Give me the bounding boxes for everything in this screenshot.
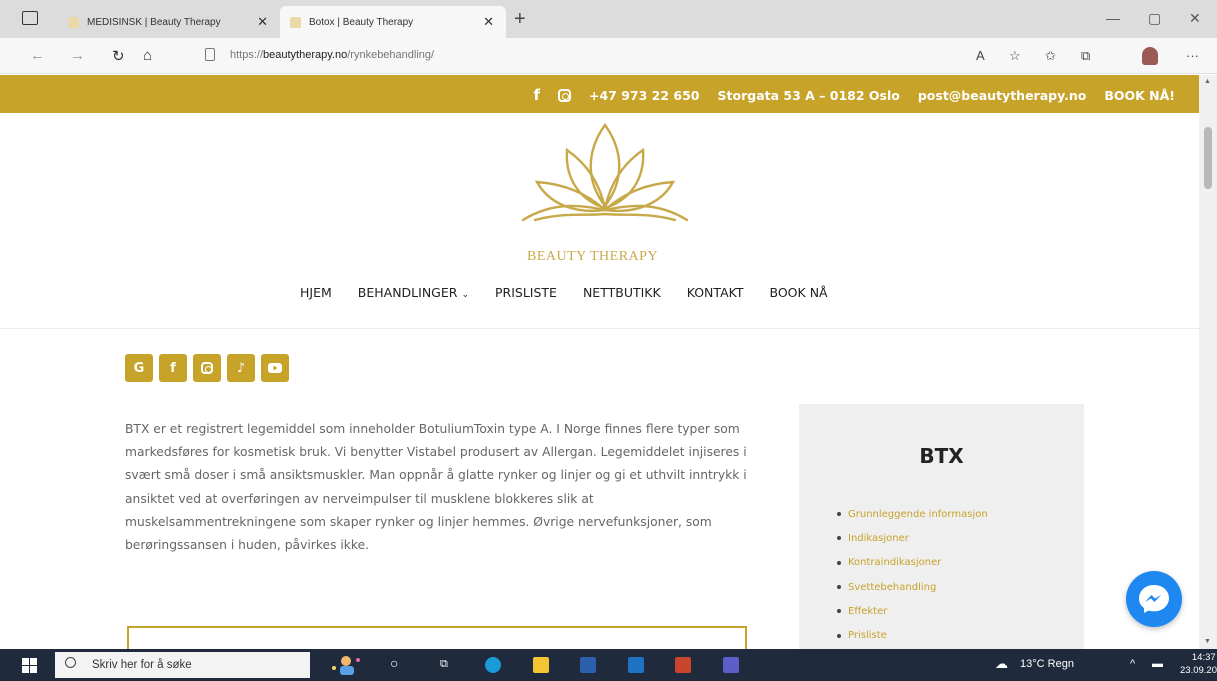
btx-description: BTX er et registrert legemiddel som inne… bbox=[125, 422, 747, 553]
sidebar-link[interactable]: Kontraindikasjoner bbox=[837, 551, 988, 575]
weather-text[interactable]: 13°C Regn bbox=[1020, 658, 1074, 670]
email-link[interactable]: post@beautytherapy.no bbox=[918, 88, 1086, 103]
main-navigation: HJEM BEHANDLINGER ⌄ PRISLISTE NETTBUTIKK… bbox=[300, 285, 828, 300]
taskbar-search[interactable]: Skriv her for å søke bbox=[55, 652, 310, 678]
sidebar: BTX Grunnleggende informasjon Indikasjon… bbox=[799, 404, 1084, 654]
minimize-icon[interactable]: — bbox=[1106, 10, 1120, 26]
nav-item-nettbutikk[interactable]: NETTBUTIKK bbox=[583, 285, 661, 300]
word-icon[interactable] bbox=[580, 657, 596, 673]
restore-icon[interactable]: ▢ bbox=[1148, 10, 1161, 27]
search-icon bbox=[65, 657, 76, 668]
sidebar-link[interactable]: Prisliste bbox=[837, 623, 988, 647]
profile-avatar[interactable] bbox=[1142, 47, 1158, 65]
tiktok-icon[interactable]: ♪ bbox=[227, 354, 255, 382]
teams-icon[interactable] bbox=[723, 657, 739, 673]
sidebar-link[interactable]: Indikasjoner bbox=[837, 526, 988, 550]
nav-item-hjem[interactable]: HJEM bbox=[300, 285, 332, 300]
messenger-chat-button[interactable] bbox=[1126, 571, 1182, 627]
tab-title: MEDISINSK | Beauty Therapy bbox=[87, 16, 221, 28]
sidebar-link[interactable]: Svettebehandling bbox=[837, 575, 988, 599]
close-tab-icon[interactable]: ✕ bbox=[257, 14, 268, 30]
chevron-down-icon: ⌄ bbox=[461, 290, 469, 300]
youtube-icon[interactable] bbox=[261, 354, 289, 382]
file-explorer-icon[interactable] bbox=[533, 657, 549, 673]
sidebar-link[interactable]: Effekter bbox=[837, 599, 988, 623]
windows-taskbar: Skriv her for å søke ○ ⧉ ☁ 13°C Regn ^ ▬… bbox=[0, 649, 1217, 681]
weather-icon[interactable]: ☁ bbox=[995, 656, 1008, 672]
read-aloud-icon[interactable]: A bbox=[976, 48, 985, 63]
search-placeholder: Skriv her for å søke bbox=[92, 659, 192, 671]
new-tab-icon[interactable]: + bbox=[514, 8, 526, 31]
close-tab-icon[interactable]: ✕ bbox=[483, 14, 494, 30]
browser-tab-bar: MEDISINSK | Beauty Therapy ✕ Botox | Bea… bbox=[0, 0, 1217, 38]
favicon-icon bbox=[68, 16, 79, 28]
task-view-icon[interactable]: ⧉ bbox=[440, 658, 448, 671]
sidebar-title: BTX bbox=[919, 444, 964, 468]
more-menu-icon[interactable]: ··· bbox=[1186, 48, 1199, 63]
favorites-icon[interactable]: ✩ bbox=[1045, 48, 1056, 64]
phone-link[interactable]: +47 973 22 650 bbox=[589, 88, 700, 103]
scroll-thumb[interactable] bbox=[1204, 127, 1212, 189]
sidebar-links: Grunnleggende informasjon Indikasjoner K… bbox=[837, 502, 988, 648]
powerpoint-icon[interactable] bbox=[675, 657, 691, 673]
nav-item-behandlinger[interactable]: BEHANDLINGER ⌄ bbox=[358, 285, 469, 300]
collections-icon[interactable]: ⧉ bbox=[1081, 48, 1090, 64]
home-icon[interactable]: ⌂ bbox=[143, 47, 152, 64]
page-scrollbar[interactable]: ▲ ▼ bbox=[1199, 75, 1217, 649]
messenger-icon bbox=[1139, 585, 1169, 613]
facebook-icon[interactable]: f bbox=[533, 86, 540, 104]
outlook-icon[interactable] bbox=[628, 657, 644, 673]
address-text: Storgata 53 A – 0182 Oslo bbox=[717, 87, 900, 103]
browser-tab-active[interactable]: Botox | Beauty Therapy ✕ bbox=[280, 6, 506, 38]
instagram-icon[interactable] bbox=[558, 88, 571, 102]
instagram-icon[interactable] bbox=[193, 354, 221, 382]
chevron-up-icon[interactable]: ^ bbox=[1130, 658, 1135, 670]
close-window-icon[interactable]: ✕ bbox=[1189, 10, 1201, 27]
google-icon[interactable]: G bbox=[125, 354, 153, 382]
network-icon[interactable]: ▬ bbox=[1152, 658, 1163, 670]
windows-start-icon[interactable] bbox=[22, 658, 37, 673]
nav-item-book-na[interactable]: BOOK NÅ bbox=[769, 285, 827, 300]
nav-item-kontakt[interactable]: KONTAKT bbox=[687, 285, 744, 300]
forward-icon[interactable]: → bbox=[70, 47, 85, 64]
favicon-icon bbox=[290, 16, 301, 28]
edge-icon[interactable] bbox=[485, 657, 501, 673]
lock-icon bbox=[205, 48, 215, 61]
address-bar: ← → ↻ ⌂ https://beautytherapy.no/rynkebe… bbox=[0, 38, 1217, 74]
add-favorite-icon[interactable]: ☆ bbox=[1009, 48, 1021, 64]
clock[interactable]: 14:3723.09.2022 bbox=[1180, 651, 1217, 677]
brand-name: BEAUTY THERAPY bbox=[527, 249, 659, 264]
cortana-icon[interactable]: ○ bbox=[390, 655, 398, 671]
lotus-logo-icon[interactable] bbox=[515, 120, 695, 265]
browser-tab[interactable]: MEDISINSK | Beauty Therapy ✕ bbox=[58, 6, 280, 38]
scroll-down-icon[interactable]: ▼ bbox=[1204, 638, 1211, 645]
refresh-icon[interactable]: ↻ bbox=[112, 47, 125, 65]
top-contact-bar: f +47 973 22 650 Storgata 53 A – 0182 Os… bbox=[0, 75, 1199, 113]
nav-item-prisliste[interactable]: PRISLISTE bbox=[495, 285, 557, 300]
back-icon[interactable]: ← bbox=[30, 47, 45, 64]
tab-title: Botox | Beauty Therapy bbox=[309, 16, 414, 28]
scroll-up-icon[interactable]: ▲ bbox=[1204, 78, 1211, 85]
facebook-icon[interactable]: f bbox=[159, 354, 187, 382]
url-field[interactable]: https://beautytherapy.no/rynkebehandling… bbox=[230, 49, 434, 61]
nav-divider bbox=[0, 328, 1199, 329]
book-now-link[interactable]: BOOK NÅ! bbox=[1104, 88, 1175, 103]
sidebar-link[interactable]: Grunnleggende informasjon bbox=[837, 502, 988, 526]
search-highlight-icon[interactable] bbox=[328, 654, 368, 676]
social-buttons: G f ♪ bbox=[125, 354, 289, 382]
tab-actions-icon[interactable] bbox=[22, 11, 38, 25]
